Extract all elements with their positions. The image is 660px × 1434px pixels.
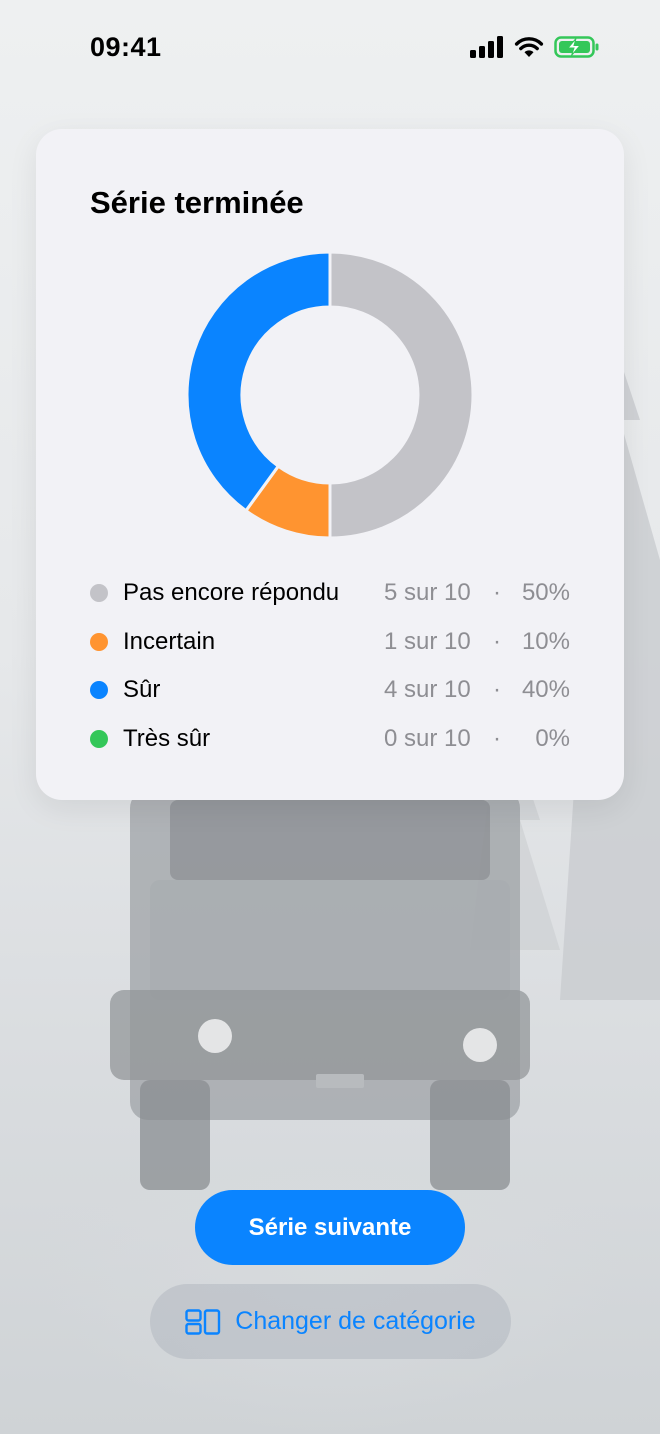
legend-percent: 50%	[521, 579, 570, 607]
change-category-label: Changer de catégorie	[235, 1307, 476, 1335]
legend-row: Incertain 1 sur 10 · 10%	[90, 618, 570, 667]
wifi-icon	[514, 37, 544, 57]
legend-separator: ·	[493, 627, 501, 655]
legend-dot	[90, 681, 108, 700]
category-grid-icon	[185, 1308, 221, 1335]
legend-dot	[90, 584, 108, 603]
change-category-button[interactable]: Changer de catégorie	[150, 1284, 511, 1359]
results-card: Série terminée Pas encore répondu 5 sur …	[36, 129, 624, 800]
legend-dot	[90, 729, 108, 748]
legend-percent: 40%	[521, 676, 570, 704]
cellular-signal-icon	[470, 36, 503, 58]
next-series-button[interactable]: Série suivante	[195, 1190, 465, 1265]
legend-label: Pas encore répondu	[123, 579, 340, 607]
legend-percent: 0%	[535, 724, 570, 752]
legend-separator: ·	[493, 724, 501, 752]
donut-slice-s-r	[186, 251, 332, 513]
legend-count: 4 sur 10	[384, 676, 471, 704]
legend-percent: 10%	[521, 627, 570, 655]
legend-dot	[90, 632, 108, 651]
legend-count: 0 sur 10	[384, 724, 471, 752]
legend-label: Sûr	[123, 676, 161, 704]
legend-label: Incertain	[123, 627, 216, 655]
donut-slice-pas-encore-r-pondu	[328, 251, 474, 539]
legend-separator: ·	[493, 676, 501, 704]
legend-row: Sûr 4 sur 10 · 40%	[90, 666, 570, 715]
legend-row: Très sûr 0 sur 10 · 0%	[90, 715, 570, 764]
clock: 09:41	[90, 32, 162, 62]
status-icons	[470, 36, 600, 58]
legend-count: 1 sur 10	[384, 627, 471, 655]
chart-legend: Pas encore répondu 5 sur 10 · 50% Incert…	[90, 569, 570, 763]
legend-separator: ·	[493, 579, 501, 607]
legend-row: Pas encore répondu 5 sur 10 · 50%	[90, 569, 570, 618]
donut-chart	[186, 251, 474, 539]
legend-count: 5 sur 10	[384, 579, 471, 607]
status-bar: 09:41	[0, 0, 660, 100]
legend-label: Très sûr	[123, 724, 211, 752]
card-title: Série terminée	[90, 185, 304, 220]
battery-charging-icon	[554, 36, 599, 58]
